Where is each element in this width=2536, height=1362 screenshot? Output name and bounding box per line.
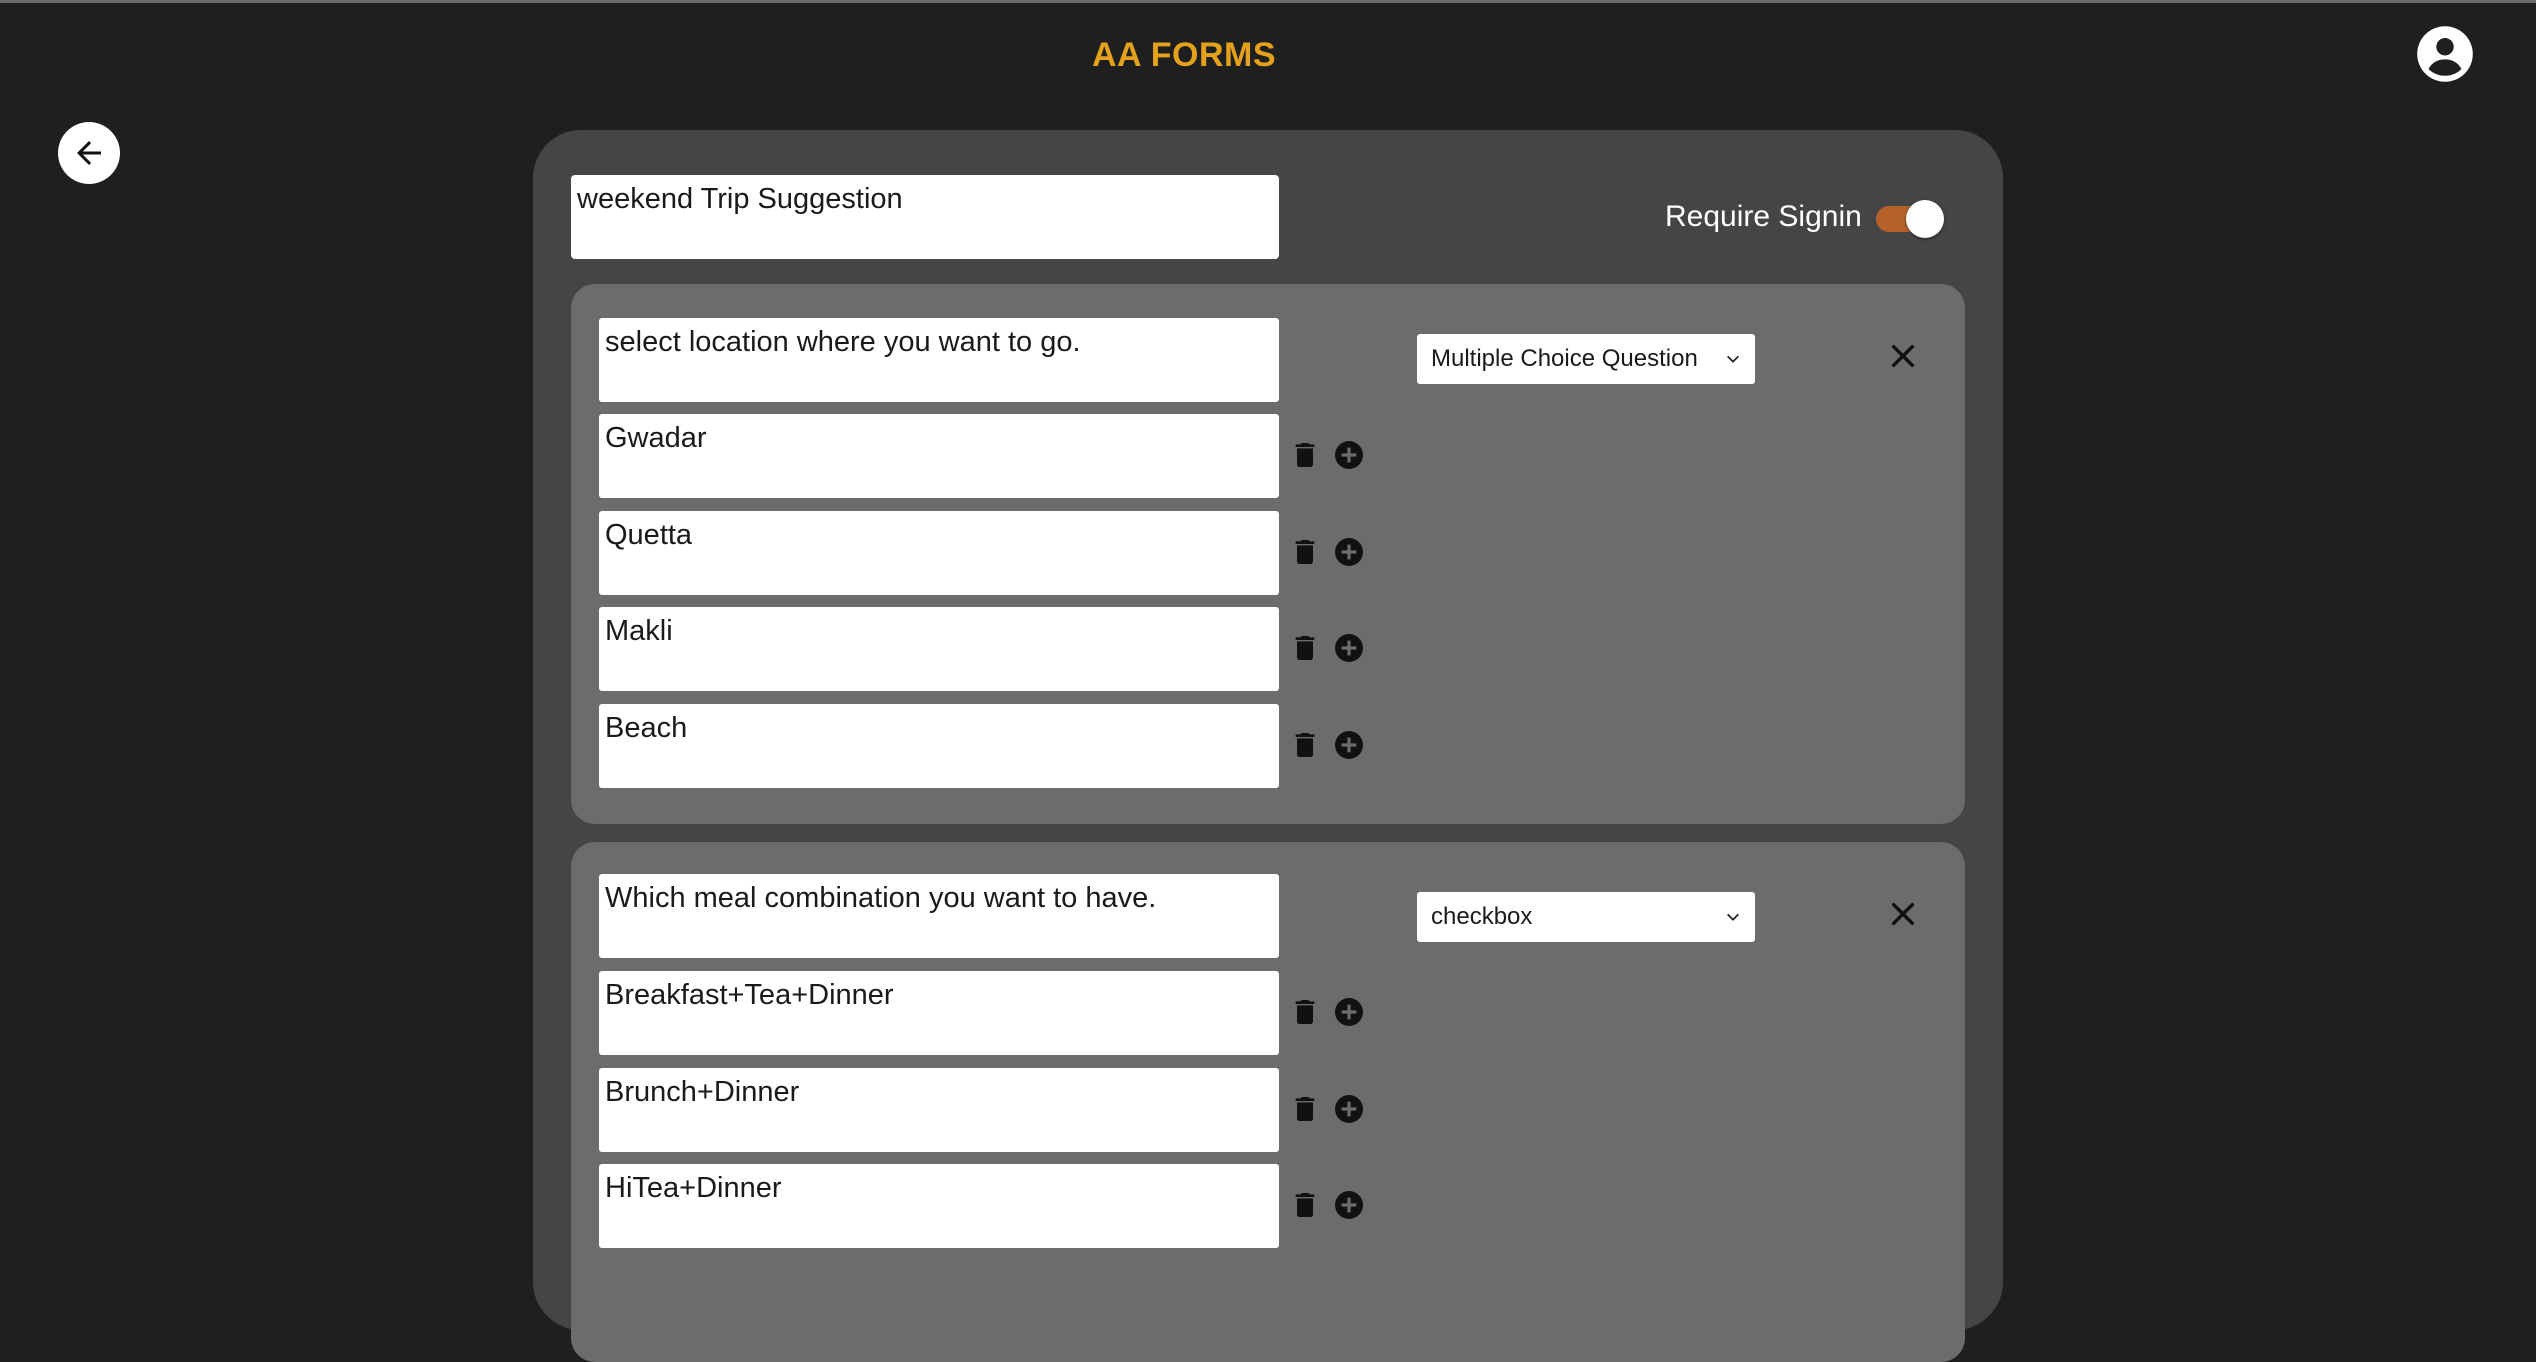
question-card: Which meal combination you want to have.… (571, 842, 1965, 1362)
option-input[interactable]: Breakfast+Tea+Dinner (599, 971, 1279, 1055)
app-title: AA FORMS (1092, 36, 1277, 74)
plus-circle-icon[interactable] (1333, 995, 1365, 1029)
option-input[interactable]: Quetta (599, 511, 1279, 595)
plus-circle-icon[interactable] (1333, 728, 1365, 762)
question-text-input[interactable]: select location where you want to go. (599, 318, 1279, 402)
option-input[interactable]: Gwadar (599, 414, 1279, 498)
plus-circle-icon[interactable] (1333, 535, 1365, 569)
trash-icon[interactable] (1289, 1188, 1321, 1222)
chevron-down-icon (1727, 355, 1739, 363)
close-icon[interactable] (1887, 898, 1919, 930)
toggle-knob (1906, 200, 1944, 238)
question-type-select[interactable]: checkbox (1417, 892, 1755, 942)
question-type-value: checkbox (1431, 903, 1533, 930)
close-icon[interactable] (1887, 340, 1919, 372)
question-card: select location where you want to go. Mu… (571, 284, 1965, 824)
chevron-down-icon (1727, 913, 1739, 921)
trash-icon[interactable] (1289, 1092, 1321, 1126)
trash-icon[interactable] (1289, 438, 1321, 472)
trash-icon[interactable] (1289, 535, 1321, 569)
trash-icon[interactable] (1289, 728, 1321, 762)
account-circle-icon[interactable] (2416, 25, 2474, 83)
option-input[interactable]: Brunch+Dinner (599, 1068, 1279, 1152)
plus-circle-icon[interactable] (1333, 1188, 1365, 1222)
plus-circle-icon[interactable] (1333, 1092, 1365, 1126)
trash-icon[interactable] (1289, 995, 1321, 1029)
back-button[interactable] (58, 122, 120, 184)
form-editor-card: weekend Trip Suggestion Require Signin s… (533, 130, 2003, 1362)
option-input[interactable]: Makli (599, 607, 1279, 691)
arrow-left-icon (77, 141, 101, 165)
require-signin-toggle[interactable] (1876, 198, 1944, 238)
form-title-input[interactable]: weekend Trip Suggestion (571, 175, 1279, 259)
plus-circle-icon[interactable] (1333, 631, 1365, 665)
require-signin-label: Require Signin (1665, 200, 1862, 233)
top-border (0, 0, 2536, 3)
option-input[interactable]: Beach (599, 704, 1279, 788)
plus-circle-icon[interactable] (1333, 438, 1365, 472)
question-text-input[interactable]: Which meal combination you want to have. (599, 874, 1279, 958)
trash-icon[interactable] (1289, 631, 1321, 665)
question-type-select[interactable]: Multiple Choice Question (1417, 334, 1755, 384)
question-type-value: Multiple Choice Question (1431, 345, 1698, 372)
option-input[interactable]: HiTea+Dinner (599, 1164, 1279, 1248)
